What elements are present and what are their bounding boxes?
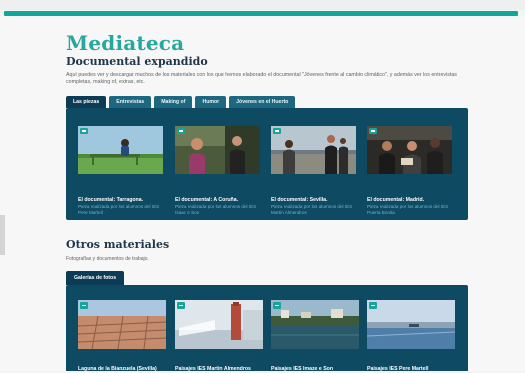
- browser-top-bar: [0, 0, 525, 10]
- tab-jovenes-en-el-huerto[interactable]: Jóvenes en el Huerto: [229, 96, 296, 108]
- image-icon: [177, 302, 185, 309]
- video-card-title[interactable]: El documental: Sevilla.: [271, 197, 366, 204]
- page-title: Mediateca: [66, 31, 185, 55]
- videos-panel: El documental: Tarragona. Pieza realizad…: [66, 108, 468, 220]
- video-camera-icon: [80, 128, 88, 134]
- section-description-2: Fotografías y documentos de trabajo.: [66, 256, 149, 262]
- video-camera-icon: [369, 128, 377, 134]
- gallery-card-title[interactable]: Paisajes IES Pere Martell: [367, 366, 459, 373]
- left-edge-shadow: [0, 215, 5, 255]
- thumbnail-image: [78, 126, 163, 174]
- gallery-thumbnail[interactable]: [78, 300, 166, 349]
- video-thumbnail[interactable]: [175, 126, 260, 174]
- tab-humor[interactable]: Humor: [195, 96, 227, 108]
- video-thumbnail[interactable]: [271, 126, 356, 174]
- thumbnail-image: [271, 126, 356, 174]
- image-icon: [80, 302, 88, 309]
- thumbnail-image: [175, 126, 260, 174]
- thumbnail-image: [367, 126, 452, 174]
- video-camera-icon: [273, 128, 281, 134]
- gallery-card-title[interactable]: Paisajes IES Martin Almendros: [175, 366, 267, 373]
- image-icon: [369, 302, 377, 309]
- thumbnail-image: [367, 300, 455, 349]
- video-card-title[interactable]: El documental: A Coruña.: [175, 197, 270, 204]
- thumbnail-image: [271, 300, 359, 349]
- video-camera-icon: [177, 128, 185, 134]
- tab-galerias-de-fotos[interactable]: Galerías de fotos: [66, 271, 125, 285]
- gallery-thumbnail[interactable]: [175, 300, 263, 349]
- video-card-subtitle: Pieza realizada por los alumnos del IES …: [78, 204, 160, 215]
- thumbnail-image: [175, 300, 263, 349]
- video-card-subtitle: Pieza realizada por los alumnos del IES …: [367, 204, 449, 215]
- tab-making-of[interactable]: Making of: [154, 96, 193, 108]
- video-thumbnail[interactable]: [367, 126, 452, 174]
- gallery-card-title[interactable]: Paisajes IES Imaze e Son: [271, 366, 363, 373]
- tab-las-piezas[interactable]: Las piezas: [66, 96, 107, 108]
- video-card-subtitle: Pieza realizada por los alumnos del IES …: [175, 204, 257, 215]
- gallery-card-title[interactable]: Laguna de la Bianzuela (Sevilla): [78, 366, 170, 373]
- section-tabs-2: Galerías de fotos: [66, 271, 125, 285]
- video-card-subtitle: Pieza realizada por los alumnos del IES …: [271, 204, 353, 215]
- video-card-title[interactable]: El documental: Tarragona.: [78, 197, 173, 204]
- gallery-thumbnail[interactable]: [271, 300, 359, 349]
- image-icon: [273, 302, 281, 309]
- thumbnail-image: [78, 300, 166, 349]
- section-description: Aquí puedes ver y descargar muchos de lo…: [66, 72, 457, 86]
- section-title-documental: Documental expandido: [66, 55, 208, 68]
- section-tabs: Las piezas Entrevistas Making of Humor J…: [66, 96, 296, 108]
- tab-entrevistas[interactable]: Entrevistas: [109, 96, 152, 108]
- section-title-otros-materiales: Otros materiales: [66, 238, 170, 251]
- video-card-title[interactable]: El documental: Madrid.: [367, 197, 462, 204]
- photo-galleries-panel: Laguna de la Bianzuela (Sevilla) Paisaje…: [66, 285, 468, 373]
- video-thumbnail[interactable]: [78, 126, 163, 174]
- gallery-thumbnail[interactable]: [367, 300, 455, 349]
